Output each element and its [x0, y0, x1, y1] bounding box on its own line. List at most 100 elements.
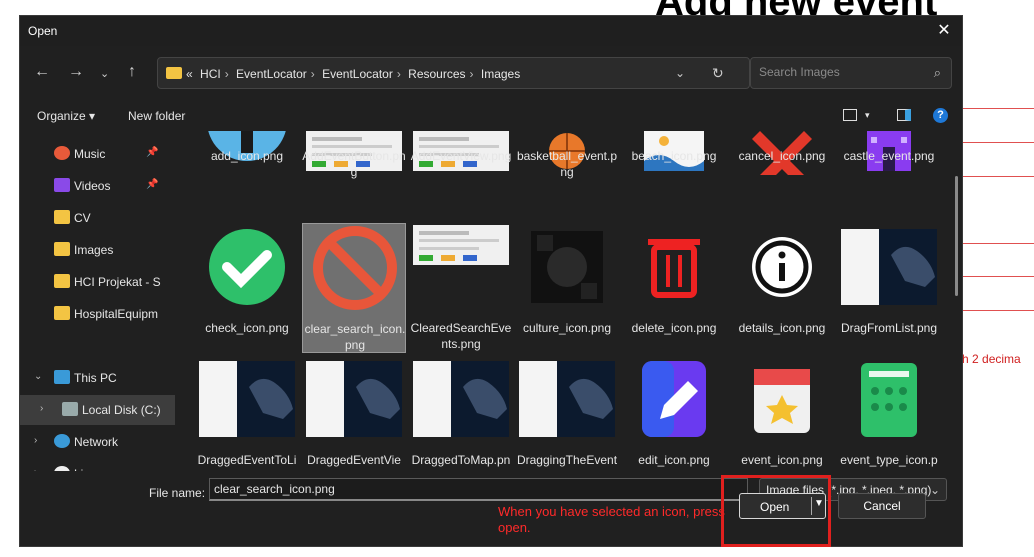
map-screenshot-thumbnail	[306, 361, 402, 437]
video-icon	[54, 178, 70, 192]
file-item[interactable]: DraggingTheEventBackToList.png	[515, 355, 619, 471]
preview-pane-icon[interactable]	[897, 109, 911, 121]
pin-icon[interactable]: 📌	[146, 147, 158, 158]
file-item[interactable]: edit_icon.png	[622, 355, 726, 471]
sidebar-item-label: CV	[74, 211, 91, 225]
folder-icon	[166, 67, 182, 79]
file-item[interactable]: delete_icon.png	[622, 223, 726, 353]
file-item[interactable]: add_icon.png	[195, 131, 299, 221]
music-icon	[54, 146, 70, 160]
file-item[interactable]: DragFromList.png	[837, 223, 941, 353]
recent-locations-chevron-icon[interactable]: ⌄	[100, 66, 109, 82]
pin-icon[interactable]: 📌	[146, 179, 158, 190]
file-name: add_icon.png	[210, 149, 284, 163]
sidebar-item[interactable]: HospitalEquipm	[20, 299, 175, 329]
split-divider	[811, 497, 812, 515]
file-item[interactable]: ClearedSearchEvents.png	[409, 223, 513, 353]
sidebar-item[interactable]: Images	[20, 235, 175, 265]
vertical-scrollbar[interactable]	[955, 176, 958, 296]
event-icon-thumbnail	[754, 369, 810, 433]
file-item[interactable]: DraggedToMap.png	[409, 355, 513, 471]
background-divider	[962, 243, 1034, 244]
help-icon[interactable]: ?	[933, 108, 948, 123]
file-item[interactable]: clear_search_icon.png	[302, 223, 406, 353]
breadcrumb-item[interactable]: EventLocator	[322, 67, 393, 81]
open-button[interactable]: Open ▼	[739, 493, 826, 519]
sidebar-item[interactable]: Videos 📌	[20, 171, 175, 201]
folder-icon	[54, 306, 70, 320]
refresh-icon[interactable]: ↻	[712, 65, 724, 82]
sidebar-item[interactable]: › Network	[20, 427, 175, 457]
folder-icon	[54, 274, 70, 288]
file-name-input[interactable]	[209, 478, 748, 501]
open-button-label: Open	[760, 500, 790, 514]
sidebar-item[interactable]: ⌄ This PC	[20, 363, 175, 393]
view-dropdown-icon[interactable]: ▾	[865, 110, 870, 121]
breadcrumb-item[interactable]: Images	[481, 67, 520, 81]
chevron-down-icon[interactable]: ⌄	[34, 371, 42, 382]
sidebar-item[interactable]: Music 📌	[20, 139, 175, 169]
file-name: ClearedSearchEvents.png	[410, 321, 512, 351]
view-mode-icon[interactable]	[843, 109, 857, 121]
sidebar-item[interactable]: CV	[20, 203, 175, 233]
map-screenshot-thumbnail	[841, 229, 937, 305]
sidebar-item[interactable]: HCI Projekat - S	[20, 267, 175, 297]
file-item[interactable]: cancel_icon.png	[730, 131, 834, 221]
file-item[interactable]: DraggedEventToList.png	[195, 355, 299, 471]
file-name: DraggedToMap.png	[411, 453, 511, 471]
cancel-button[interactable]: Cancel	[838, 493, 926, 519]
back-arrow-icon[interactable]: ←	[34, 64, 50, 80]
file-name: clear_search_icon.png	[304, 322, 406, 352]
chevron-right-icon: ›	[224, 67, 229, 81]
file-item[interactable]: basketball_event.png	[515, 131, 619, 221]
open-dropdown-icon[interactable]: ▼	[814, 498, 824, 509]
file-name: event_icon.png	[741, 453, 823, 467]
sidebar-item-label: HCI Projekat - S	[74, 275, 161, 289]
chevron-right-icon[interactable]: ›	[40, 403, 43, 414]
dialog-title: Open	[28, 24, 58, 38]
close-icon: ✕	[937, 22, 951, 39]
file-name-label: File name:	[149, 486, 206, 500]
file-item[interactable]: culture_icon.png	[515, 223, 619, 353]
file-item[interactable]: event_icon.png	[730, 355, 834, 471]
file-item[interactable]: AddEventView.png	[409, 131, 513, 221]
file-item[interactable]: DraggedEventView.png	[302, 355, 406, 471]
navigation-bar: ← → ⌄ ↑ « HCI › EventLocator › EventLocato…	[20, 52, 962, 92]
chevron-right-icon: ›	[469, 67, 474, 81]
disk-icon	[62, 402, 78, 416]
up-arrow-icon[interactable]: ↑	[128, 64, 136, 80]
sidebar-item-label: Music	[74, 147, 106, 161]
chevron-right-icon: ›	[310, 67, 315, 81]
address-bar[interactable]: « HCI › EventLocator › EventLocator › Resou…	[157, 57, 750, 89]
delete-icon-thumbnail	[648, 239, 700, 298]
file-item[interactable]: event_type_icon.png	[837, 355, 941, 471]
file-name: delete_icon.png	[631, 321, 717, 335]
search-box[interactable]: ⌕	[750, 57, 952, 89]
file-name: DraggedEventToList.png	[197, 453, 297, 471]
address-dropdown-icon[interactable]: ⌄	[675, 66, 685, 80]
breadcrumb-item[interactable]: EventLocator	[236, 67, 307, 81]
sidebar-item-label: HospitalEquipm	[74, 307, 159, 321]
pc-icon	[54, 370, 70, 384]
file-name: beach_icon.png	[631, 149, 717, 163]
dialog-titlebar: Open ✕	[20, 16, 962, 46]
navigation-pane: Music 📌 Videos 📌 CV Images HCI Projekat - S Hos…	[20, 131, 175, 471]
chevron-right-icon[interactable]: ›	[34, 435, 37, 446]
background-divider	[962, 276, 1034, 277]
file-name: DraggingTheEventBackToList.png	[516, 453, 618, 471]
new-folder-button[interactable]: New folder	[128, 109, 185, 123]
file-item[interactable]: check_icon.png	[195, 223, 299, 353]
file-item[interactable]: beach_icon.png	[622, 131, 726, 221]
close-button[interactable]: ✕	[926, 16, 962, 46]
organize-button[interactable]: Organize ▾	[37, 109, 95, 123]
forward-arrow-icon[interactable]: →	[68, 64, 84, 80]
sidebar-item[interactable]: › Local Disk (C:)	[20, 395, 175, 425]
search-input[interactable]	[759, 65, 919, 79]
file-item[interactable]: AddEventButton.png	[302, 131, 406, 221]
breadcrumb-overflow[interactable]: «	[186, 67, 193, 81]
file-item[interactable]: details_icon.png	[730, 223, 834, 353]
breadcrumb-item[interactable]: Resources	[408, 67, 465, 81]
file-item[interactable]: castle_event.png	[837, 131, 941, 221]
breadcrumb-item[interactable]: HCI	[200, 67, 221, 81]
sidebar-item[interactable]: ›Linux	[20, 459, 175, 471]
